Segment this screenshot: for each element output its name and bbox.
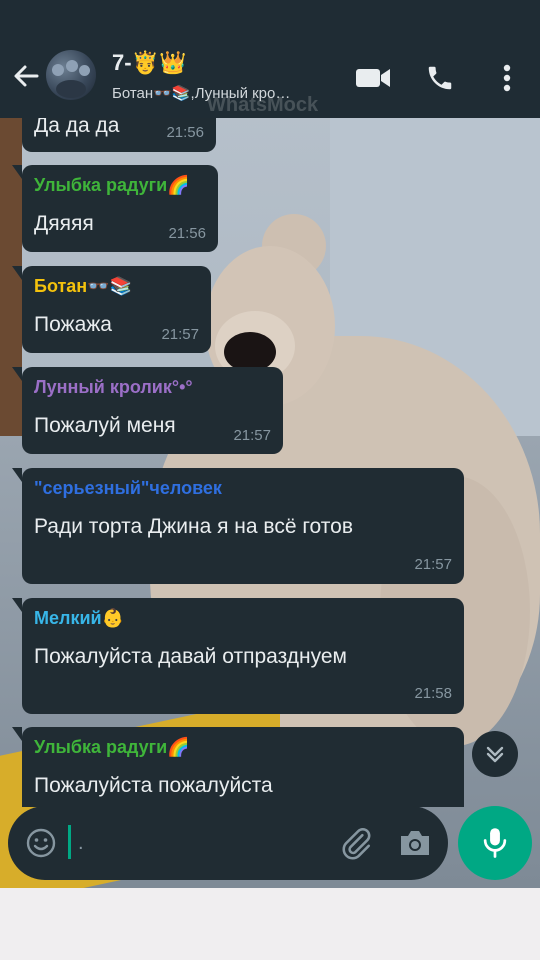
emoji-button[interactable] bbox=[26, 828, 56, 858]
chat-header: 7-🤴👑 Ботан👓📚,Лунный кро… WhatsMock bbox=[0, 36, 540, 118]
status-bar bbox=[0, 0, 540, 36]
message-text: Пожалуйста пожалуйста bbox=[34, 774, 273, 797]
message-sender: Мелкий👶 bbox=[34, 608, 124, 628]
bubble-tail bbox=[12, 598, 22, 612]
message-time: 21:57 bbox=[414, 556, 452, 573]
video-camera-icon bbox=[356, 69, 390, 87]
bubble-tail bbox=[12, 266, 22, 280]
message-sender: Улыбка радуги🌈 bbox=[34, 737, 190, 757]
message-bubble[interactable]: Улыбка радуги🌈 Пожалуйста пожалуйста bbox=[22, 727, 464, 807]
wallpaper-bear-nose bbox=[224, 332, 276, 372]
message-time: 21:56 bbox=[168, 225, 206, 242]
microphone-icon bbox=[483, 828, 507, 858]
message-sender: Ботан👓📚 bbox=[34, 276, 133, 296]
chevron-down-double-icon bbox=[486, 746, 504, 763]
scroll-to-bottom-button[interactable] bbox=[472, 731, 518, 777]
chat-screen: Да да да 21:56 Улыбка радуги🌈 Дяяяя 21:5… bbox=[0, 0, 540, 960]
message-time: 21:58 bbox=[414, 685, 452, 702]
message-time: 21:57 bbox=[233, 427, 271, 444]
bubble-tail bbox=[12, 367, 22, 381]
voice-message-button[interactable] bbox=[458, 806, 532, 880]
message-text: Дяяяя bbox=[34, 212, 94, 235]
video-call-button[interactable] bbox=[355, 60, 391, 96]
bubble-tail bbox=[12, 727, 22, 741]
more-vertical-icon bbox=[503, 64, 511, 92]
message-sender: Лунный кролик°•° bbox=[34, 377, 193, 397]
message-sender: Улыбка радуги🌈 bbox=[34, 175, 190, 195]
bottom-blank-area bbox=[0, 888, 540, 960]
back-button[interactable] bbox=[12, 62, 40, 90]
message-text: Пожажа bbox=[34, 313, 112, 336]
avatar[interactable] bbox=[46, 50, 96, 100]
emoji-icon bbox=[26, 828, 56, 858]
group-title[interactable]: 7-🤴👑 bbox=[112, 50, 186, 76]
message-time: 21:57 bbox=[161, 326, 199, 343]
camera-icon bbox=[401, 831, 429, 855]
message-bubble[interactable]: "серьезный"человек Ради торта Джина я на… bbox=[22, 468, 464, 584]
message-time: 21:56 bbox=[166, 124, 204, 141]
watermark-text: WhatsMock bbox=[207, 94, 319, 116]
attach-button[interactable] bbox=[338, 826, 374, 860]
message-bubble[interactable]: Мелкий👶 Пожалуйста давай отпразднуем 21:… bbox=[22, 598, 464, 714]
arrow-left-icon bbox=[14, 65, 39, 87]
camera-button[interactable] bbox=[398, 828, 432, 858]
message-text: Пожалуй меня bbox=[34, 414, 176, 437]
message-bubble[interactable]: Лунный кролик°•° Пожалуй меня 21:57 bbox=[22, 367, 283, 454]
message-input[interactable]: . bbox=[78, 832, 84, 855]
paperclip-icon bbox=[342, 828, 371, 860]
message-text: Пожалуйста давай отпразднуем bbox=[34, 645, 347, 668]
message-text: Ради торта Джина я на всё готов bbox=[34, 515, 353, 538]
message-input-bar: . bbox=[8, 806, 448, 880]
more-options-button[interactable] bbox=[489, 60, 525, 96]
message-sender: "серьезный"человек bbox=[34, 478, 222, 498]
message-bubble[interactable]: Ботан👓📚 Пожажа 21:57 bbox=[22, 266, 211, 353]
text-cursor bbox=[68, 825, 71, 859]
bubble-tail bbox=[12, 468, 22, 482]
phone-icon bbox=[428, 66, 452, 90]
bubble-tail bbox=[12, 165, 22, 179]
message-bubble[interactable]: Улыбка радуги🌈 Дяяяя 21:56 bbox=[22, 165, 218, 252]
voice-call-button[interactable] bbox=[422, 60, 458, 96]
